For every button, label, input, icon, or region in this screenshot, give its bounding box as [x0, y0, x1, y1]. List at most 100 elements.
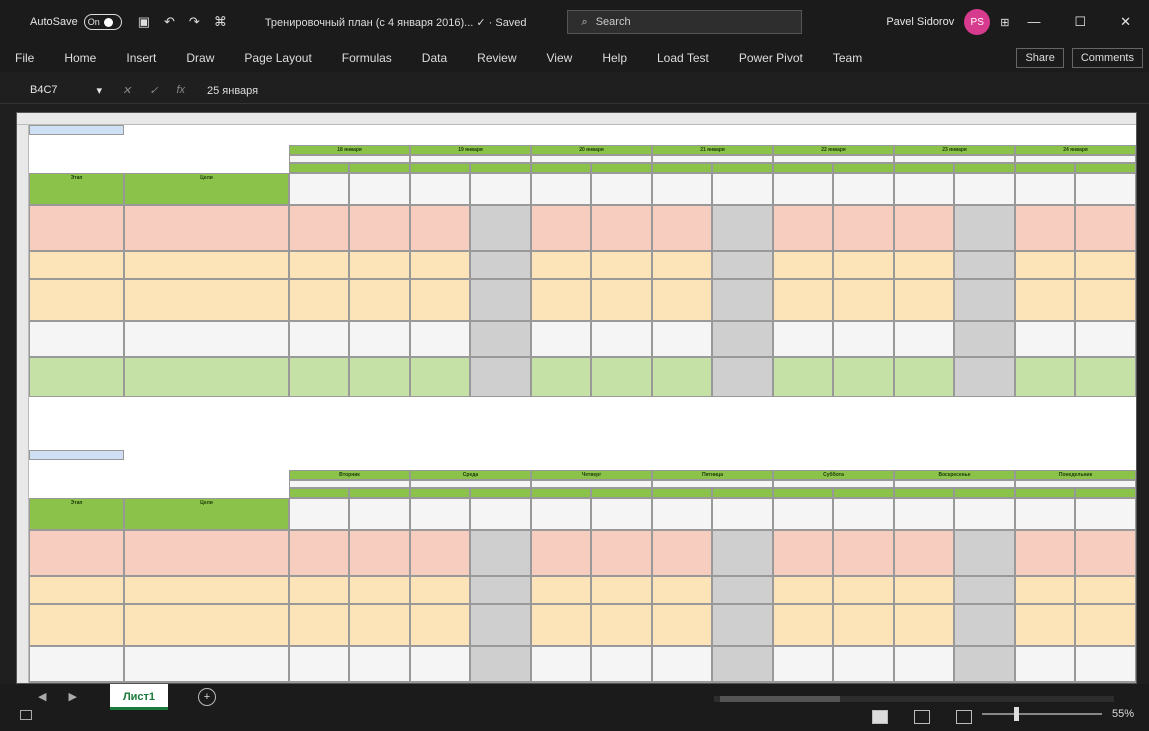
metric-cell[interactable] — [712, 488, 773, 498]
zoom-slider[interactable] — [982, 713, 1102, 715]
tab-8[interactable]: View — [532, 51, 588, 65]
metric-cell[interactable] — [470, 163, 531, 173]
plan-cell[interactable] — [470, 530, 531, 576]
plan-cell[interactable] — [591, 205, 652, 251]
plan-cell[interactable] — [894, 646, 954, 682]
tab-6[interactable]: Data — [407, 51, 462, 65]
metric-cell[interactable] — [652, 488, 712, 498]
plan-cell[interactable] — [652, 251, 712, 279]
stage-cell[interactable] — [29, 251, 124, 279]
plan-cell[interactable] — [1015, 604, 1075, 646]
plan-cell[interactable] — [1075, 530, 1136, 576]
plan-cell[interactable] — [289, 279, 349, 321]
plan-cell[interactable] — [954, 530, 1015, 576]
metric-cell[interactable] — [1075, 163, 1136, 173]
plan-cell[interactable] — [1015, 357, 1075, 397]
metric-cell[interactable] — [591, 163, 652, 173]
maximize-icon[interactable]: ☐ — [1074, 14, 1086, 30]
metric-cell[interactable] — [410, 163, 470, 173]
task-header[interactable] — [954, 498, 1015, 530]
plan-cell[interactable] — [591, 646, 652, 682]
task-header[interactable] — [712, 498, 773, 530]
plan-cell[interactable] — [894, 251, 954, 279]
plan-cell[interactable] — [773, 530, 833, 576]
plan-cell[interactable] — [712, 321, 773, 357]
enter-icon[interactable]: ✓ — [149, 84, 158, 97]
goal-cell[interactable] — [124, 321, 289, 357]
plan-cell[interactable] — [470, 279, 531, 321]
tab-0[interactable]: File — [0, 51, 49, 65]
plan-cell[interactable] — [531, 205, 591, 251]
plan-cell[interactable] — [712, 251, 773, 279]
plan-cell[interactable] — [954, 576, 1015, 604]
search-box[interactable]: ⌕ Search — [566, 10, 802, 34]
tab-4[interactable]: Page Layout — [229, 51, 326, 65]
plan-cell[interactable] — [289, 205, 349, 251]
metric-cell[interactable] — [773, 163, 833, 173]
goal-header[interactable]: Цели — [124, 498, 289, 530]
metric-cell[interactable] — [349, 488, 410, 498]
plan-cell[interactable] — [954, 279, 1015, 321]
metric-cell[interactable] — [289, 163, 349, 173]
goal-cell[interactable] — [124, 357, 289, 397]
plan-cell[interactable] — [954, 205, 1015, 251]
day-subheader[interactable] — [531, 155, 652, 163]
metric-cell[interactable] — [591, 488, 652, 498]
task-header[interactable] — [470, 498, 531, 530]
plan-cell[interactable] — [894, 530, 954, 576]
plan-cell[interactable] — [652, 357, 712, 397]
close-icon[interactable]: ✕ — [1120, 14, 1131, 30]
plan-cell[interactable] — [773, 646, 833, 682]
plan-cell[interactable] — [349, 646, 410, 682]
zoom-thumb[interactable] — [1014, 707, 1019, 721]
plan-cell[interactable] — [833, 646, 894, 682]
plan-cell[interactable] — [591, 576, 652, 604]
day-header[interactable]: 21 января — [652, 145, 773, 155]
goal-cell[interactable] — [124, 530, 289, 576]
metric-cell[interactable] — [652, 163, 712, 173]
plan-cell[interactable] — [712, 357, 773, 397]
plan-cell[interactable] — [410, 357, 470, 397]
plan-cell[interactable] — [349, 576, 410, 604]
task-header[interactable] — [773, 173, 833, 205]
stage-cell[interactable] — [29, 279, 124, 321]
metric-cell[interactable] — [1015, 163, 1075, 173]
plan-cell[interactable] — [712, 530, 773, 576]
task-header[interactable] — [1015, 498, 1075, 530]
tab-12[interactable]: Team — [818, 51, 877, 65]
plan-cell[interactable] — [894, 205, 954, 251]
plan-cell[interactable] — [470, 357, 531, 397]
plan-cell[interactable] — [410, 205, 470, 251]
tab-2[interactable]: Insert — [111, 51, 171, 65]
day-subheader[interactable] — [773, 480, 894, 488]
plan-cell[interactable] — [773, 604, 833, 646]
plan-cell[interactable] — [349, 357, 410, 397]
plan-cell[interactable] — [531, 279, 591, 321]
plan-cell[interactable] — [894, 604, 954, 646]
plan-cell[interactable] — [712, 576, 773, 604]
plan-cell[interactable] — [894, 321, 954, 357]
plan-cell[interactable] — [652, 604, 712, 646]
metric-cell[interactable] — [833, 488, 894, 498]
plan-cell[interactable] — [531, 576, 591, 604]
plan-cell[interactable] — [289, 357, 349, 397]
task-header[interactable] — [1075, 498, 1136, 530]
day-header[interactable]: Четверг — [531, 470, 652, 480]
tab-1[interactable]: Home — [49, 51, 111, 65]
plan-cell[interactable] — [289, 321, 349, 357]
format-painter-icon[interactable]: ⌘ — [214, 14, 227, 30]
comments-button[interactable]: Comments — [1071, 48, 1143, 68]
tab-5[interactable]: Formulas — [327, 51, 407, 65]
tab-9[interactable]: Help — [587, 51, 642, 65]
plan-cell[interactable] — [773, 576, 833, 604]
plan-cell[interactable] — [289, 576, 349, 604]
task-header[interactable] — [531, 173, 591, 205]
tab-10[interactable]: Load Test — [642, 51, 724, 65]
plan-cell[interactable] — [652, 205, 712, 251]
plan-cell[interactable] — [833, 576, 894, 604]
plan-cell[interactable] — [289, 251, 349, 279]
goal-cell[interactable] — [124, 646, 289, 682]
metric-cell[interactable] — [894, 488, 954, 498]
plan-cell[interactable] — [591, 321, 652, 357]
plan-cell[interactable] — [410, 279, 470, 321]
